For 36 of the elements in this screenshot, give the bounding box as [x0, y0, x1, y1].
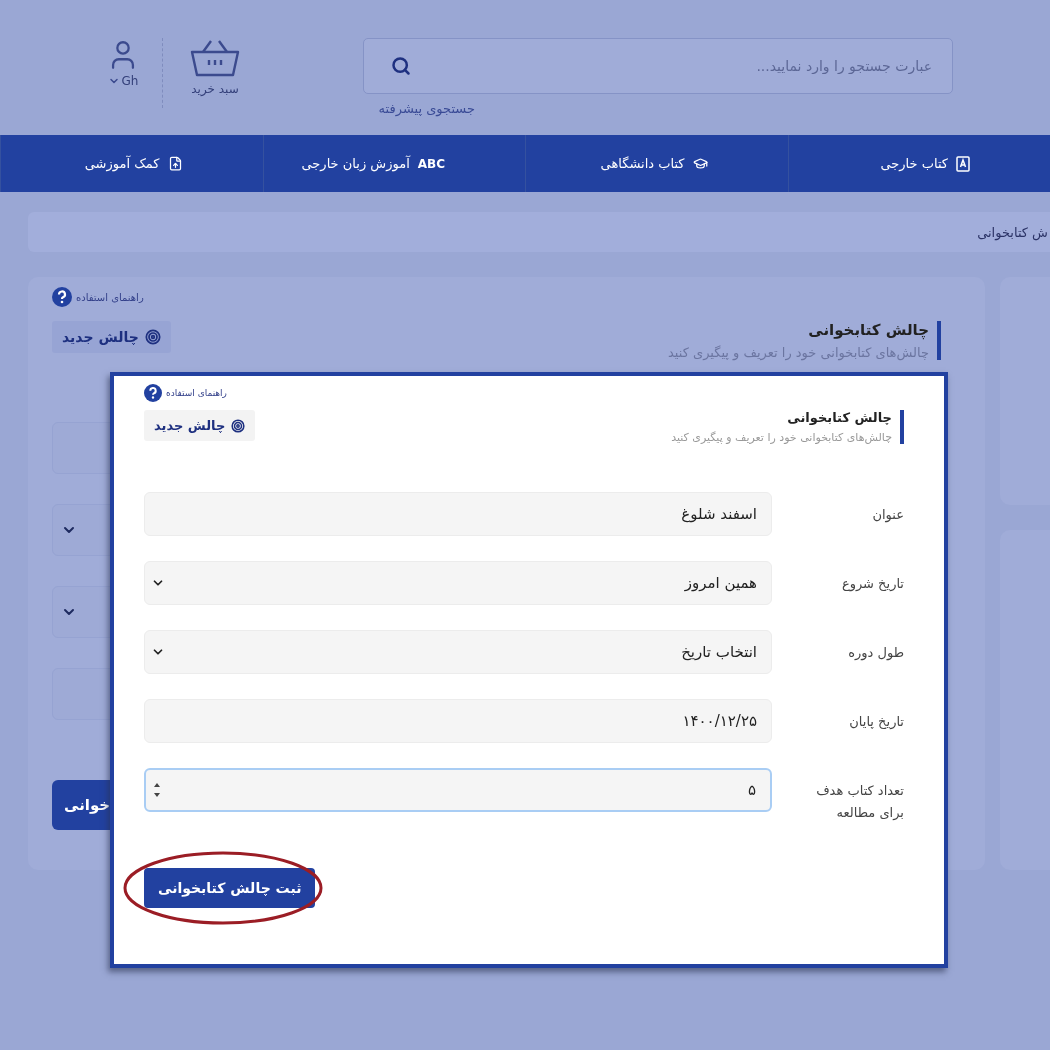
number-field[interactable]: ۵	[144, 768, 772, 812]
file-upload-icon	[167, 156, 183, 171]
submit-button[interactable]: ثبت چالش کتابخوانی	[144, 868, 316, 909]
page-title: چالش کتابخوانی	[807, 321, 929, 339]
field-label: عنوان	[871, 506, 904, 525]
field-label: تاریخ شروع	[840, 575, 904, 594]
new-challenge-button[interactable]: چالش جدید	[52, 321, 171, 353]
input-field[interactable]: اسفند شلوغ	[144, 492, 772, 536]
search-icon[interactable]	[391, 56, 411, 76]
user-name[interactable]: Gh	[121, 74, 139, 88]
abc-icon: ABC	[417, 156, 445, 171]
target-icon	[144, 329, 161, 345]
nav-item[interactable]: کتاب دانشگاهی	[525, 135, 788, 192]
new-challenge-button[interactable]: چالش جدید	[144, 410, 256, 441]
select-field[interactable]: انتخاب تاریخ	[144, 630, 772, 674]
input-field[interactable]: ۱۴۰۰/۱۲/۲۵	[144, 699, 772, 743]
nav-item[interactable]: کمک آموزشی	[0, 135, 263, 192]
help-link[interactable]: راهنمای استفاده	[52, 287, 144, 307]
help-link[interactable]: راهنمای استفاده	[144, 384, 227, 402]
help-icon	[144, 384, 162, 402]
modal-title: چالش کتابخوانی	[786, 410, 892, 425]
field-label: تعداد کتاب هدف برای مطالعه	[815, 782, 904, 823]
modal-subtitle: چالش‌های کتابخوانی خود را تعریف و پیگیری کنید	[671, 431, 892, 444]
field-label: طول دوره	[847, 644, 904, 663]
search-field[interactable]: عبارت جستجو را وارد نمایید...	[363, 38, 953, 94]
page-subtitle: چالش‌های کتابخوانی خود را تعریف و پیگیری کنید	[668, 345, 929, 360]
target-icon	[231, 418, 246, 433]
nav-item[interactable]: کتاب خارجی	[787, 135, 1050, 192]
field-label: تاریخ پایان	[848, 713, 904, 731]
graduation-cap-icon	[692, 156, 708, 171]
help-icon	[52, 287, 72, 307]
cart-label[interactable]: سبد خرید	[191, 82, 239, 96]
breadcrumb-text: ش کتابخوانی	[977, 224, 1048, 240]
select-field[interactable]: همین امروز	[144, 561, 772, 605]
book-icon	[956, 155, 970, 172]
basket-icon[interactable]	[189, 38, 241, 78]
